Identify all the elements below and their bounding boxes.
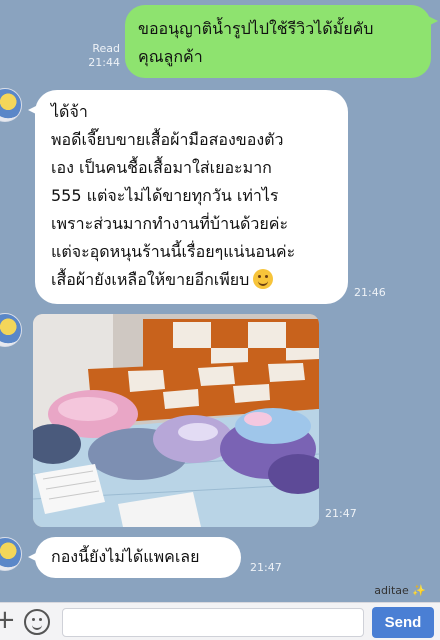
message-time: 21:46 <box>354 286 386 299</box>
message-line: คุณลูกค้า <box>138 47 203 66</box>
incoming-message[interactable]: กองนี้ยังไม่ได้แพคเลย <box>28 537 241 578</box>
incoming-message[interactable]: ได้จ้า พอดีเจี๊ยบขายเสื้อผ้ามือสองของตัว… <box>28 90 348 304</box>
avatar[interactable] <box>0 313 22 347</box>
message-line: เพราะส่วนมากทำงานที่บ้านด้วยค่ะ <box>51 214 289 233</box>
message-line: กองนี้ยังไม่ได้แพคเลย <box>51 547 200 566</box>
send-button[interactable]: Send <box>372 607 434 638</box>
message-line: เสื้อผ้ายังเหลือให้ขายอีกเพียบ <box>51 266 336 294</box>
message-line: เอง เป็นคนชื้อเสื้อมาใส่เยอะมาก <box>51 158 272 177</box>
read-receipt: Read 21:44 <box>88 42 120 69</box>
message-input[interactable] <box>62 608 364 637</box>
clothes-pile-photo[interactable] <box>33 314 319 527</box>
message-line: ได้จ้า <box>51 102 88 121</box>
message-line: แต่จะอุดหนุนร้านนี้เรื่อยๆแน่นอนค่ะ <box>51 242 296 261</box>
emoji-icon[interactable] <box>24 609 50 635</box>
message-line: 555 แต่จะไม่ได้ขายทุกวัน เท่าไร <box>51 186 279 205</box>
message-composer: + Send <box>0 602 440 640</box>
message-line: พอดีเจี๊ยบขายเสื้อผ้ามือสองของตัว <box>51 130 284 149</box>
message-time: 21:47 <box>325 507 357 520</box>
outgoing-message[interactable]: ขออนุญาติน้ำรูปไปใช้รีวิวได้มั้ยคับ คุณล… <box>125 5 438 78</box>
grinning-emoji-icon <box>253 269 274 289</box>
avatar[interactable] <box>0 88 22 122</box>
avatar[interactable] <box>0 537 22 571</box>
watermark: aditae ✨ <box>374 584 426 597</box>
message-time: 21:47 <box>250 561 282 574</box>
chat-area: Read 21:44 ขออนุญาติน้ำรูปไปใช้รีวิวได้ม… <box>0 0 440 600</box>
plus-icon[interactable]: + <box>0 607 16 635</box>
message-line: ขออนุญาติน้ำรูปไปใช้รีวิวได้มั้ยคับ <box>138 19 374 38</box>
